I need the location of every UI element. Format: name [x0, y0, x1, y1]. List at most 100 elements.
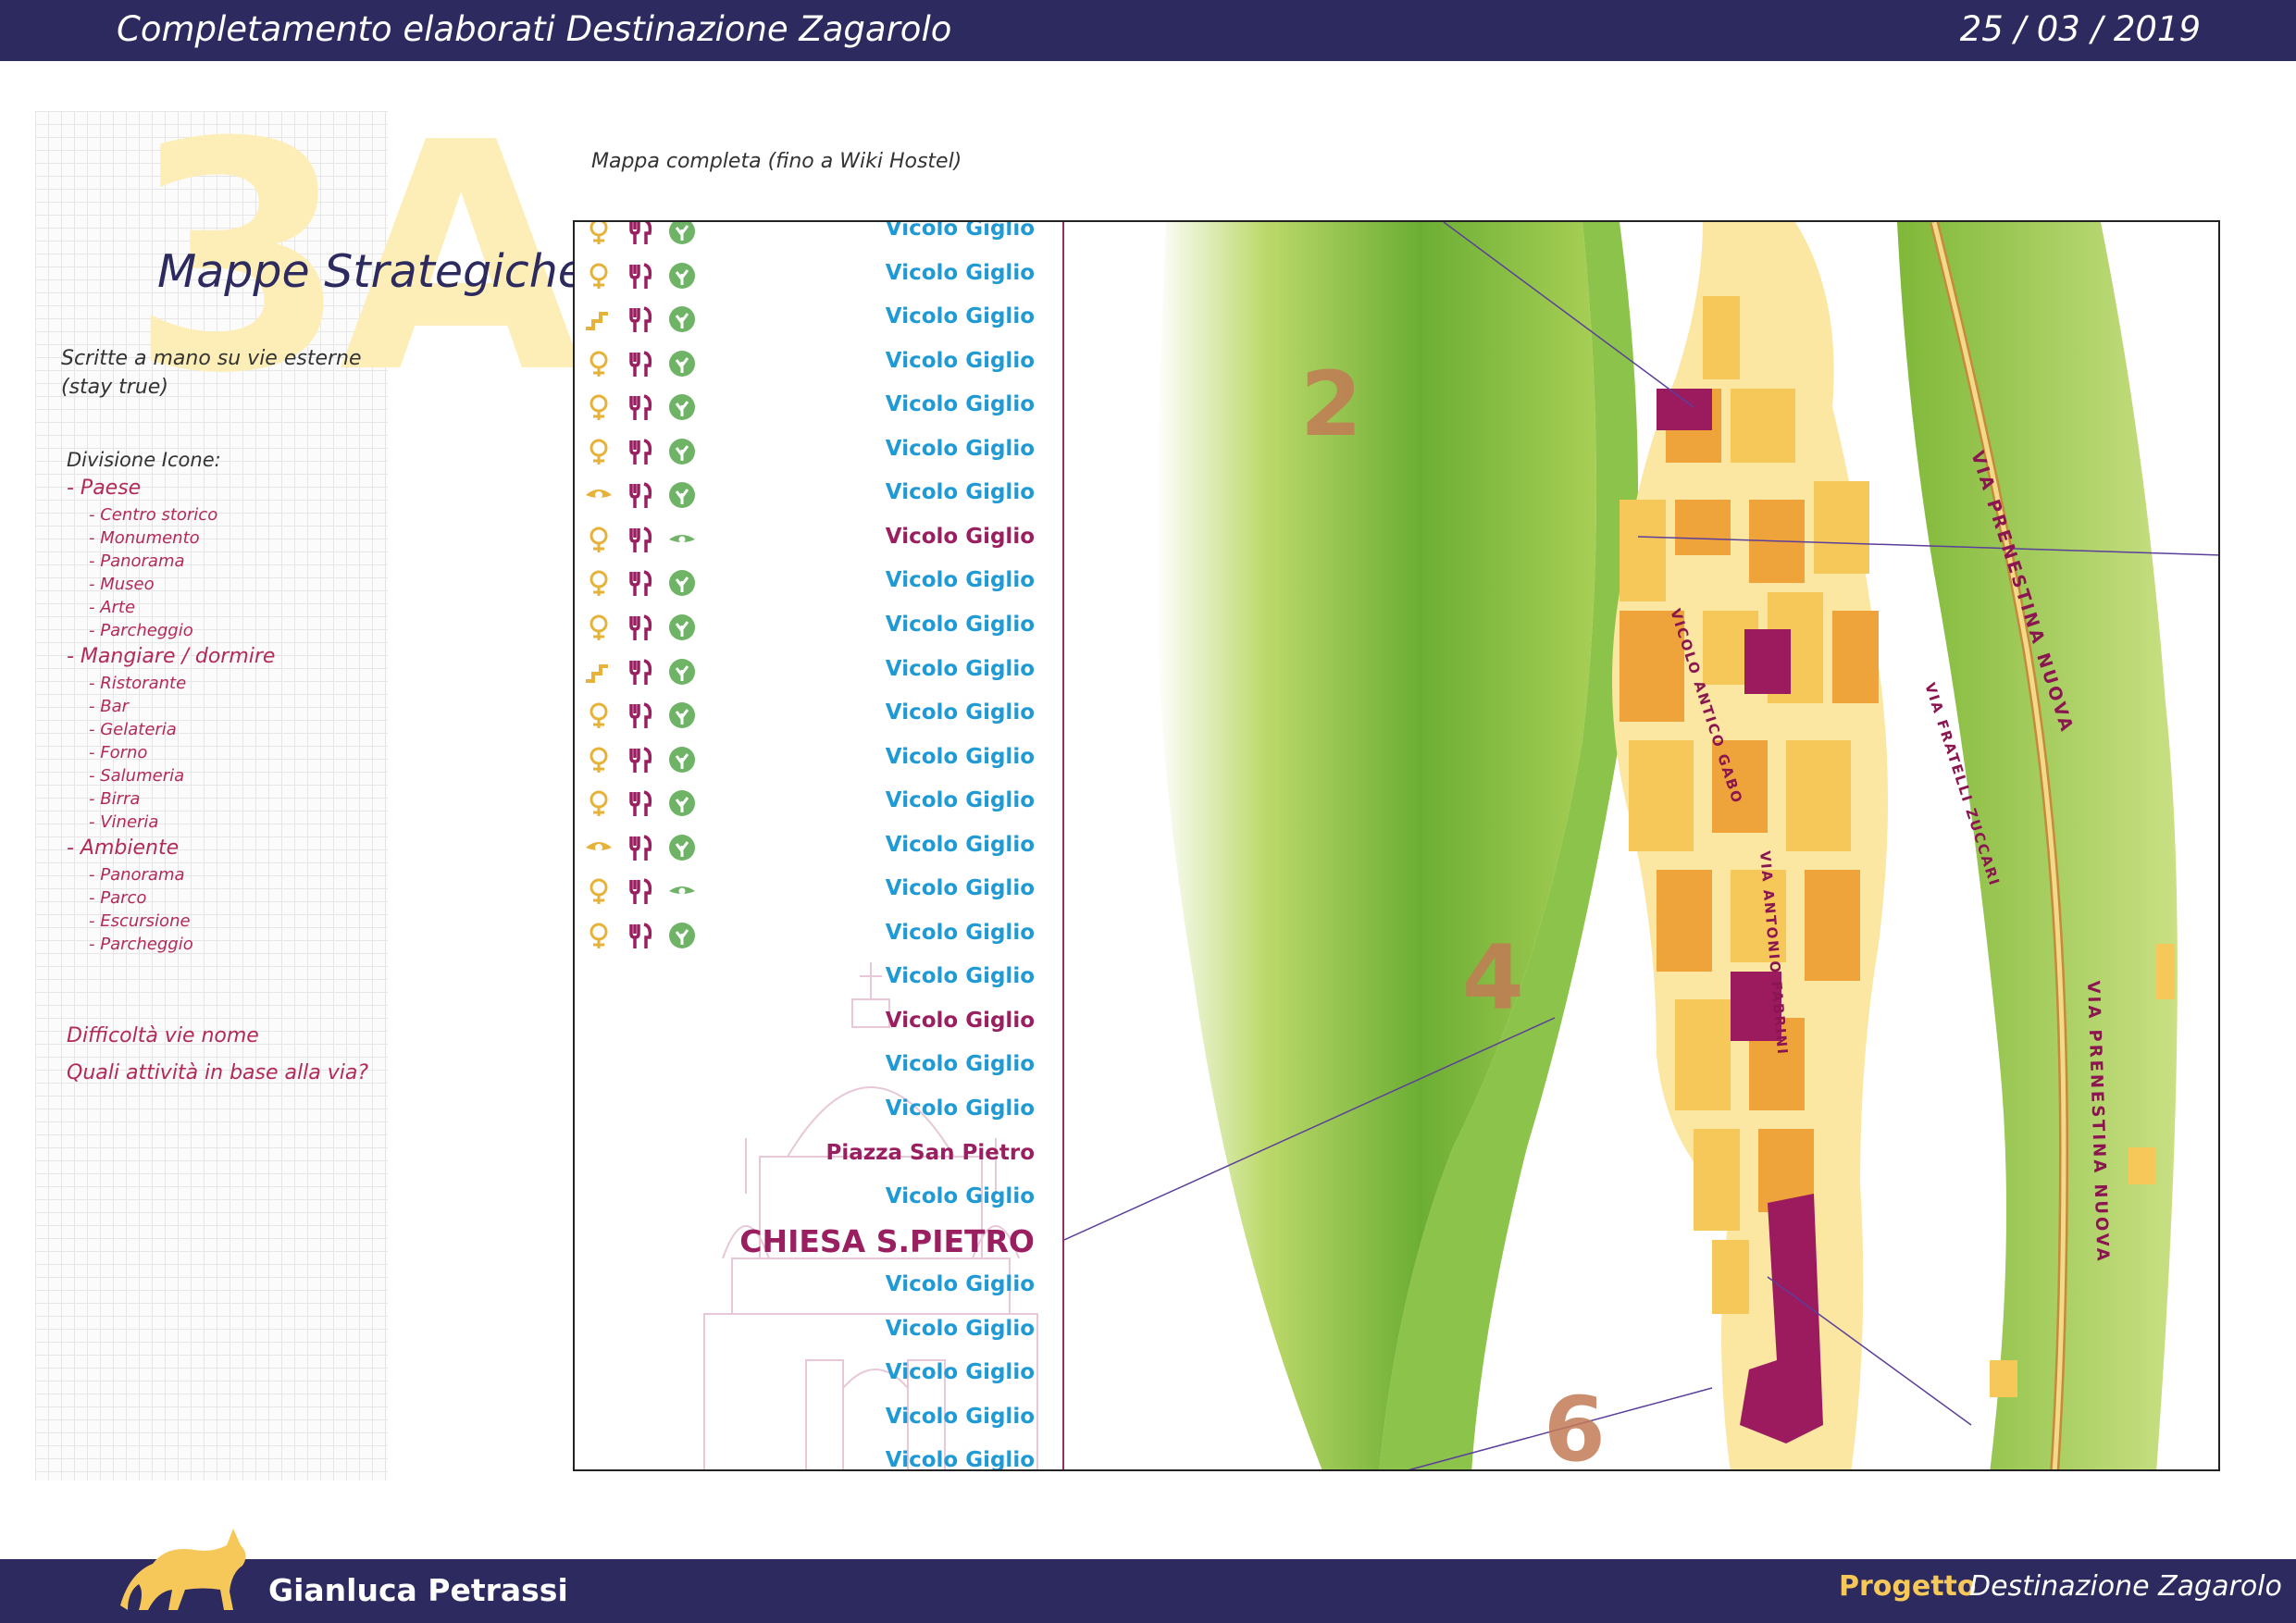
street-name: Vicolo Giglio — [885, 1052, 1035, 1077]
map-caption: Mappa completa (fino a Wiki Hostel) — [591, 150, 962, 173]
question-street-names: Difficoltà vie nome — [67, 1024, 259, 1047]
category-item: - Escursione — [89, 911, 191, 931]
restaurant-icon — [626, 525, 655, 554]
restaurant-icon — [626, 657, 655, 687]
landmark-pin-icon — [584, 525, 614, 554]
restaurant-icon — [626, 349, 655, 378]
category-item: - Forno — [89, 743, 148, 762]
zone-number: 6 — [1544, 1378, 1606, 1471]
category-item: - Centro storico — [89, 505, 218, 525]
landmark-pin-icon — [584, 222, 614, 246]
category-label: - Ambiente — [67, 836, 180, 860]
nature-leaf-icon — [667, 568, 697, 598]
street-name: Vicolo Giglio — [885, 876, 1035, 901]
zone-number: 4 — [1462, 926, 1524, 1030]
street-row: Vicolo Giglio — [575, 1448, 1063, 1469]
nature-leaf-icon — [667, 921, 697, 950]
header-bar: Completamento elaborati Destinazione Zag… — [0, 0, 2296, 61]
category-item: - Arte — [89, 598, 136, 617]
icon-division-title: Divisione Icone: — [67, 449, 221, 471]
street-row: Vicolo Giglio — [575, 1009, 1063, 1049]
panorama-eye-icon — [584, 480, 614, 510]
street-row: Vicolo Giglio — [575, 261, 1063, 302]
street-name: Vicolo Giglio — [885, 964, 1035, 989]
nature-eye-icon — [667, 525, 697, 554]
category-item: - Birra — [89, 789, 141, 809]
street-row: Vicolo Giglio — [575, 833, 1063, 873]
street-name: Vicolo Giglio — [885, 832, 1035, 857]
author-name: Gianluca Petrassi — [268, 1572, 568, 1608]
restaurant-icon — [626, 745, 655, 774]
map-illustration: 2 4 6 VIA PRENESTINA NUOVA VIA PRENESTIN… — [1064, 222, 2218, 1471]
sidebar-note: Scritte a mano su vie esterne (stay true… — [61, 344, 362, 402]
street-row: Vicolo Giglio — [575, 1052, 1063, 1093]
street-name: Vicolo Giglio — [885, 656, 1035, 681]
nature-leaf-icon — [667, 304, 697, 334]
street-row: Vicolo Giglio — [575, 1096, 1063, 1137]
nature-leaf-icon — [667, 700, 697, 730]
street-row: Vicolo Giglio — [575, 437, 1063, 477]
category-item: - Monumento — [89, 528, 200, 548]
restaurant-icon — [626, 613, 655, 642]
project-label: Progetto — [1839, 1570, 1977, 1603]
section-heading: Mappe Strategiche — [157, 245, 586, 298]
landmark-pin-icon — [584, 745, 614, 774]
street-row: Vicolo Giglio — [575, 1184, 1063, 1225]
category-item: - Parcheggio — [89, 935, 193, 954]
stairs-icon — [584, 304, 614, 334]
category-label: - Mangiare / dormire — [67, 645, 276, 668]
wolf-logo-icon — [120, 1529, 246, 1610]
restaurant-icon — [626, 700, 655, 730]
landmark-pin-icon — [584, 568, 614, 598]
category-item: - Bar — [89, 697, 129, 716]
restaurant-icon — [626, 876, 655, 906]
street-name: Vicolo Giglio — [885, 920, 1035, 945]
restaurant-icon — [626, 480, 655, 510]
restaurant-icon — [626, 304, 655, 334]
street-name: Vicolo Giglio — [885, 1360, 1035, 1385]
nature-leaf-icon — [667, 480, 697, 510]
street-name: Vicolo Giglio — [885, 568, 1035, 593]
street-name: Vicolo Giglio — [885, 220, 1035, 241]
street-name: Piazza San Pietro — [825, 1140, 1035, 1165]
nature-leaf-icon — [667, 349, 697, 378]
category-item: - Gelateria — [89, 720, 177, 739]
nature-leaf-icon — [667, 261, 697, 291]
category-item: - Parco — [89, 888, 147, 908]
street-name: Vicolo Giglio — [885, 612, 1035, 637]
footer-bar: Gianluca Petrassi Progetto Destinazione … — [0, 1559, 2296, 1623]
panorama-eye-icon — [584, 833, 614, 862]
nature-leaf-icon — [667, 657, 697, 687]
street-name: Vicolo Giglio — [885, 1272, 1035, 1297]
nature-leaf-icon — [667, 437, 697, 466]
nature-leaf-icon — [667, 745, 697, 774]
street-row: Vicolo Giglio — [575, 921, 1063, 961]
street-name: Vicolo Giglio — [885, 1008, 1035, 1033]
street-row: Vicolo Giglio — [575, 1272, 1063, 1313]
restaurant-icon — [626, 568, 655, 598]
street-row: Vicolo Giglio — [575, 525, 1063, 565]
note-line: Scritte a mano su vie esterne — [61, 347, 362, 370]
street-name: Vicolo Giglio — [885, 304, 1035, 329]
landmark-pin-icon — [584, 437, 614, 466]
street-row: Piazza San Pietro — [575, 1141, 1063, 1182]
landmark-pin-icon — [584, 613, 614, 642]
street-row: Vicolo Giglio — [575, 745, 1063, 786]
street-name: Vicolo Giglio — [885, 788, 1035, 813]
street-name: Vicolo Giglio — [885, 392, 1035, 417]
category-item: - Panorama — [89, 551, 185, 571]
landmark-pin-icon — [584, 349, 614, 378]
street-name: Vicolo Giglio — [885, 1404, 1035, 1429]
street-row: Vicolo Giglio — [575, 964, 1063, 1005]
category-item: - Panorama — [89, 865, 185, 885]
stairs-icon — [584, 657, 614, 687]
restaurant-icon — [626, 833, 655, 862]
street-row: Vicolo Giglio — [575, 788, 1063, 829]
street-name: Vicolo Giglio — [885, 260, 1035, 285]
nature-leaf-icon — [667, 222, 697, 246]
street-row: Vicolo Giglio — [575, 613, 1063, 653]
street-row: Vicolo Giglio — [575, 304, 1063, 345]
street-row: Vicolo Giglio — [575, 349, 1063, 390]
nature-eye-icon — [667, 876, 697, 906]
street-row: Vicolo Giglio — [575, 700, 1063, 741]
